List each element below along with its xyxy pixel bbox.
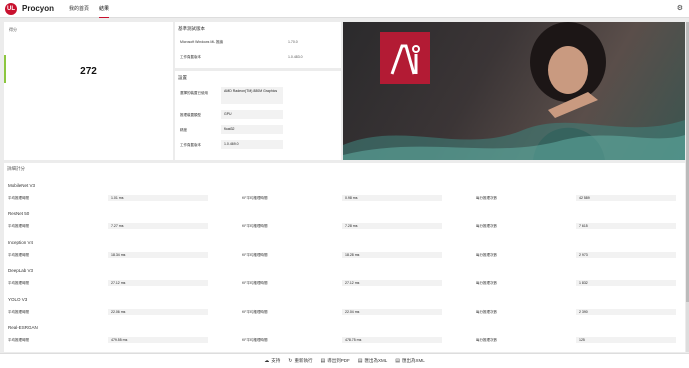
benchmark-info-title: 基準測試版本: [178, 26, 205, 31]
settings-row-label: 工作負載版本: [180, 143, 201, 147]
info-row-label: 工作負載版本: [180, 55, 201, 59]
pdf-icon: ▤: [320, 358, 326, 364]
info-row-value: 1.70.0: [288, 40, 298, 44]
settings-row-label: 推理裝置類型: [180, 113, 201, 117]
refresh-icon: ↻: [288, 358, 293, 364]
cell-value: 18.28 ms: [342, 252, 442, 258]
cell-value: 7.27 ms: [108, 223, 208, 229]
cell-value: 42 589: [576, 195, 676, 201]
col-label: 每分推理次數: [476, 310, 497, 314]
col-label: 每分推理次數: [476, 196, 497, 200]
test-name: DeepLab V3: [8, 268, 34, 273]
cell-value: 479.55 ms: [108, 337, 208, 343]
score-card: 得分 272: [4, 22, 173, 160]
cell-value: 478.75 ms: [342, 337, 442, 343]
col-label: 每分推理次數: [476, 224, 497, 228]
col-label: KF平均推理時間: [242, 253, 268, 257]
col-label: KF平均推理時間: [242, 310, 268, 314]
rerun-button-label: 重新執行: [294, 358, 313, 363]
cell-value: 7.28 ms: [342, 223, 442, 229]
settings-card: 設置 選擇的裝置已使用 AMD Radeon(TM) 880M Graphics…: [175, 71, 341, 160]
app-title: Procyon: [22, 4, 55, 13]
cloud-icon: ☁: [264, 358, 270, 364]
cell-value: 0.98 ms: [342, 195, 442, 201]
settings-row-label: 選擇的裝置已使用: [180, 91, 208, 95]
detailed-results-panel: 詳細計分 MobileNet V3 平均推理時間 1.01 ms KF平均推理時…: [4, 163, 685, 352]
support-button[interactable]: ☁ 支持: [264, 358, 280, 364]
col-label: KF平均推理時間: [242, 281, 268, 285]
settings-row-value: float32: [221, 125, 283, 134]
support-button-label: 支持: [271, 358, 281, 363]
cell-value: 27.12 ms: [108, 280, 208, 286]
cell-value: 2 390: [576, 309, 676, 315]
col-label: 平均推理時間: [8, 338, 29, 342]
tab-results[interactable]: 結果: [99, 0, 110, 18]
rerun-button[interactable]: ↻ 重新執行: [288, 358, 312, 364]
col-label: 每分推理次數: [476, 253, 497, 257]
score-label: 得分: [9, 27, 17, 32]
export-pdf-button[interactable]: ▤ 導出到PDF: [320, 358, 349, 364]
cell-value: 125: [576, 337, 676, 343]
settings-row-label: 精度: [180, 128, 187, 132]
tab-home[interactable]: 我的首頁: [69, 0, 89, 18]
cell-value: 2 973: [576, 252, 676, 258]
cell-value: 22.04 ms: [342, 309, 442, 315]
col-label: 每分推理次數: [476, 338, 497, 342]
top-bar: UL Procyon 我的首頁 結果 ⚙: [0, 0, 689, 18]
benchmark-info-card: 基準測試版本 Microsoft Windows ML 推論 1.70.0 工作…: [175, 22, 341, 68]
settings-row-value: AMD Radeon(TM) 880M Graphics: [221, 87, 283, 104]
score-value: 272: [80, 66, 97, 77]
ul-logo-icon: UL: [5, 2, 17, 15]
col-label: 平均推理時間: [8, 253, 29, 257]
results-title: 詳細計分: [7, 166, 25, 171]
cell-value: 22.06 ms: [108, 309, 208, 315]
cell-value: 27.12 ms: [342, 280, 442, 286]
test-name: MobileNet V3: [8, 183, 36, 188]
col-label: 每分推理次數: [476, 281, 497, 285]
hero-banner-image: [343, 22, 685, 160]
col-label: KF平均推理時間: [242, 338, 268, 342]
export-pdf-label: 導出到PDF: [327, 358, 350, 363]
cell-value: 1 832: [576, 280, 676, 286]
col-label: KF平均推理時間: [242, 224, 268, 228]
cell-value: 1.01 ms: [108, 195, 208, 201]
settings-row-value: GPU: [221, 110, 283, 119]
test-name: Inception V4: [8, 240, 34, 245]
col-label: 平均推理時間: [8, 310, 29, 314]
export-xml-label: 匯出為XML: [364, 358, 388, 363]
xml-icon: ▤: [357, 358, 363, 364]
xml-icon: ▤: [395, 358, 400, 364]
particle-wave-graphic: [343, 120, 685, 160]
export-xml-button-2[interactable]: ▤ 匯出為XML: [395, 358, 425, 364]
ai-logo-icon: [380, 32, 430, 84]
col-label: 平均推理時間: [8, 196, 29, 200]
col-label: KF平均推理時間: [242, 196, 268, 200]
cell-value: 7 615: [576, 223, 676, 229]
settings-row-value: 1.0.469.0: [221, 140, 283, 149]
col-label: 平均推理時間: [8, 281, 29, 285]
test-name: YOLO V3: [8, 297, 28, 302]
cell-value: 18.34 ms: [108, 252, 208, 258]
col-label: 平均推理時間: [8, 224, 29, 228]
settings-title: 設置: [178, 75, 187, 80]
export-xml-label-2: 匯出為XML: [401, 358, 425, 363]
info-row-label: Microsoft Windows ML 推論: [180, 40, 224, 44]
test-name: Real-ESRGAN: [8, 325, 38, 330]
info-row-value: 1.0.483.0: [288, 55, 303, 59]
export-xml-button[interactable]: ▤ 匯出為XML: [358, 358, 388, 364]
test-name: ResNet 50: [8, 211, 30, 216]
gear-icon[interactable]: ⚙: [677, 4, 683, 12]
bottom-action-bar: ☁ 支持 ↻ 重新執行 ▤ 導出到PDF ▤ 匯出為XML ▤ 匯出為XML: [0, 353, 689, 368]
